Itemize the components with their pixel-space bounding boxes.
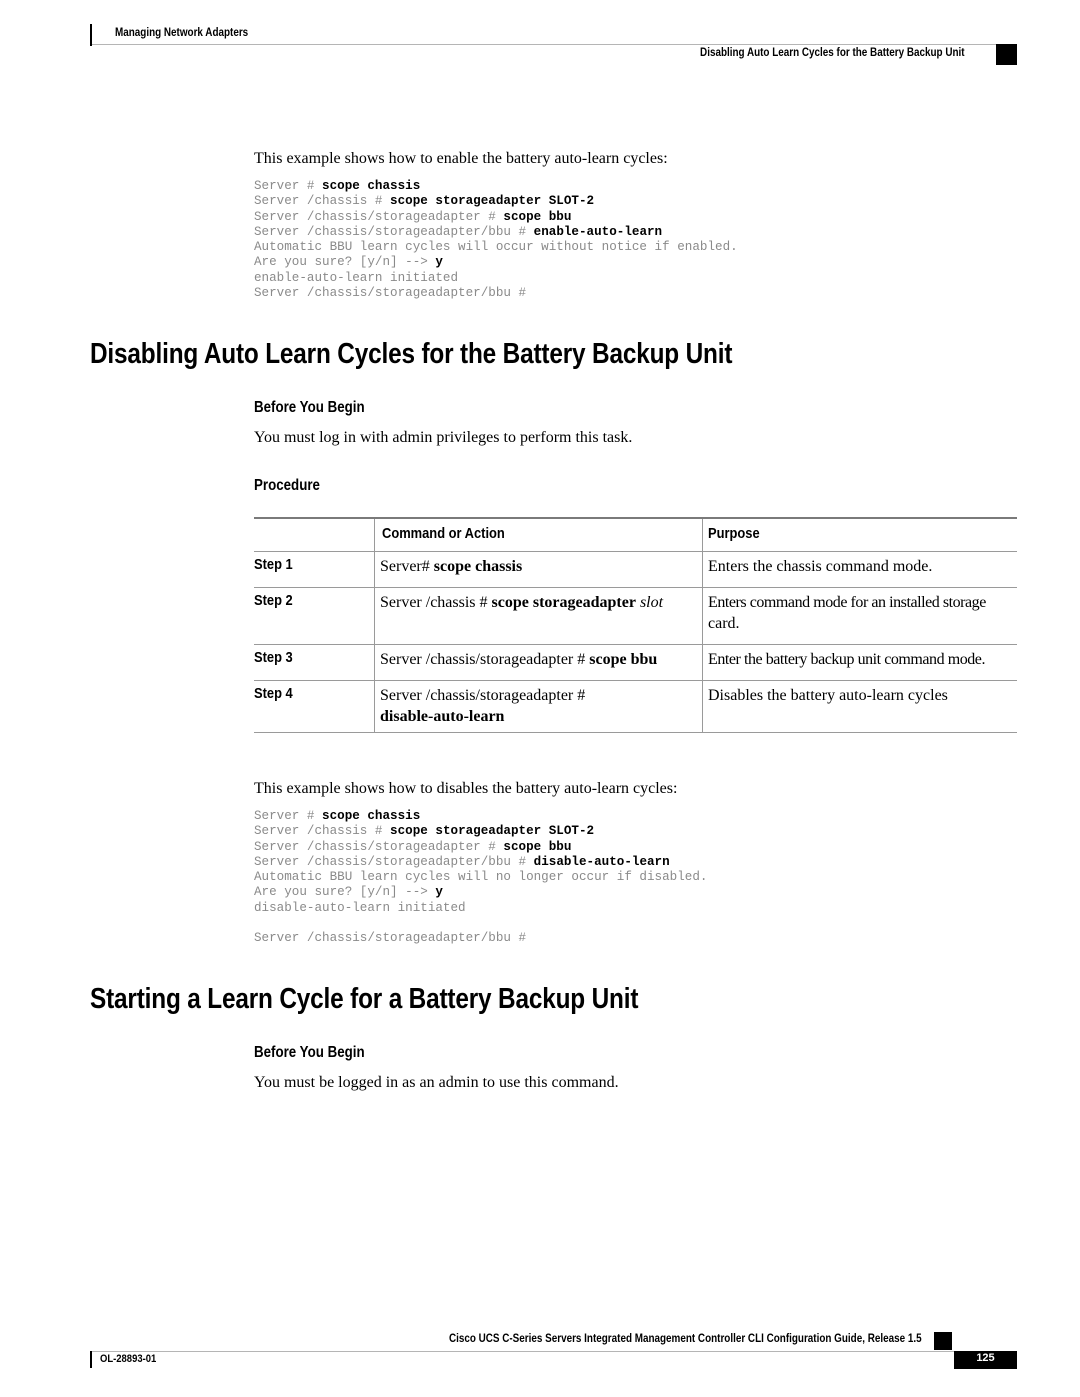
command-keyword: scope storageadapter — [491, 593, 636, 611]
page-number: 125 — [976, 1352, 995, 1364]
purpose-cell: Enters the chassis command mode. — [702, 551, 1017, 587]
code-line: Are you sure? [y/n] --> y — [254, 255, 738, 270]
code-prompt: Server /chassis/storageadapter # — [254, 209, 504, 224]
table-row: Step 4 Server /chassis/storageadapter # d… — [254, 680, 1017, 732]
code-line: Server /chassis/storageadapter # scope b… — [254, 840, 707, 855]
table-row: Step 2 Server /chassis # scope storagead… — [254, 587, 1017, 644]
header-left-bar — [90, 24, 92, 46]
code-command: enable-auto-learn — [533, 224, 663, 239]
table-header-row: Command or Action Purpose — [254, 518, 1017, 551]
code-line: Server /chassis # scope storageadapter S… — [254, 824, 707, 839]
code-command: scope bbu — [503, 839, 572, 854]
command-argument: slot — [635, 593, 664, 611]
code-line — [254, 916, 707, 931]
section-title-starting: Starting a Learn Cycle for a Battery Bac… — [90, 983, 639, 1015]
code-line: Server /chassis/storageadapter # scope b… — [254, 210, 738, 225]
code-prompt: Server # — [254, 179, 323, 193]
code-line: Server /chassis # scope storageadapter S… — [254, 194, 738, 209]
footer-doc-number: OL-28893-01 — [100, 1353, 157, 1365]
code-prompt: enable-auto-learn initiated — [254, 270, 459, 285]
step-label: Step 1 — [254, 555, 293, 573]
header-command: Command or Action — [374, 518, 703, 551]
code-prompt: Automatic BBU learn cycles will no longe… — [254, 870, 708, 885]
step-label: Step 3 — [254, 648, 293, 666]
code-command: y — [435, 255, 443, 270]
header-chapter: Managing Network Adapters — [115, 27, 249, 39]
command-cell: Server# scope chassis — [374, 551, 703, 587]
code-prompt: Are you sure? [y/n] --> — [254, 255, 436, 270]
before-you-begin-heading-2: Before You Begin — [254, 1044, 365, 1061]
code-command: y — [435, 885, 443, 900]
code-prompt: Server /chassis/storageadapter # — [254, 839, 504, 854]
code-prompt: Server /chassis/storageadapter/bbu # — [254, 224, 534, 239]
code-line: Automatic BBU learn cycles will no longe… — [254, 870, 707, 885]
code-line: Server # scope chassis — [254, 179, 738, 194]
command-cell: Server /chassis # scope storageadapter s… — [374, 587, 703, 644]
footer-right-block — [934, 1332, 952, 1350]
command-keyword: scope bbu — [589, 650, 658, 668]
disable-example-intro: This example shows how to disables the b… — [254, 780, 678, 797]
header-step — [254, 518, 375, 551]
code-line: Automatic BBU learn cycles will occur wi… — [254, 240, 738, 255]
section-title-disabling: Disabling Auto Learn Cycles for the Batt… — [90, 338, 733, 370]
code-command: scope storageadapter SLOT-2 — [390, 194, 595, 209]
header-purpose: Purpose — [702, 518, 1017, 551]
step-label: Step 2 — [254, 591, 293, 609]
enable-example-intro: This example shows how to enable the bat… — [254, 150, 668, 167]
code-line: Server /chassis/storageadapter/bbu # — [254, 286, 738, 301]
command-keyword: disable-auto-learn — [380, 707, 505, 725]
disable-example-code: Server # scope chassis Server /chassis # … — [254, 809, 707, 947]
code-line: enable-auto-learn initiated — [254, 271, 738, 286]
purpose-cell: Disables the battery auto-learn cycles — [702, 680, 1017, 732]
code-line: Server /chassis/storageadapter/bbu # ena… — [254, 225, 738, 240]
before-you-begin-text: You must log in with admin privileges to… — [254, 429, 633, 446]
command-keyword: scope chassis — [433, 557, 523, 575]
header-section: Disabling Auto Learn Cycles for the Batt… — [700, 47, 965, 59]
code-command: disable-auto-learn — [533, 854, 670, 869]
code-prompt: Server /chassis/storageadapter/bbu # — [254, 286, 527, 301]
table-row: Step 3 Server /chassis/storageadapter # … — [254, 644, 1017, 680]
code-prompt: disable-auto-learn initiated — [254, 900, 466, 915]
code-prompt: Server # — [254, 809, 323, 823]
procedure-heading: Procedure — [254, 477, 320, 494]
code-command: scope bbu — [503, 209, 572, 224]
code-prompt: Server /chassis # — [254, 824, 391, 839]
code-command: scope chassis — [322, 809, 421, 823]
code-prompt: Server /chassis/storageadapter/bbu # — [254, 931, 527, 946]
code-line: Server # scope chassis — [254, 809, 707, 824]
before-you-begin-heading: Before You Begin — [254, 399, 365, 416]
code-prompt: Automatic BBU learn cycles will occur wi… — [254, 240, 738, 255]
code-prompt: Server /chassis # — [254, 194, 391, 209]
code-line: disable-auto-learn initiated — [254, 901, 707, 916]
purpose-cell: Enters command mode for an installed sto… — [702, 587, 1017, 644]
command-cell: Server /chassis/storageadapter # scope b… — [374, 644, 703, 680]
step-label: Step 4 — [254, 684, 293, 702]
code-prompt: Server /chassis/storageadapter/bbu # — [254, 854, 534, 869]
footer-left-bar — [90, 1351, 92, 1368]
procedure-table: Command or Action Purpose Step 1 Server#… — [254, 517, 1017, 733]
code-line: Server /chassis/storageadapter/bbu # — [254, 931, 707, 946]
enable-example-code: Server # scope chassis Server /chassis # … — [254, 179, 738, 301]
before-you-begin-text-2: You must be logged in as an admin to use… — [254, 1074, 619, 1091]
code-line: Are you sure? [y/n] --> y — [254, 885, 707, 900]
code-command: scope storageadapter SLOT-2 — [390, 824, 595, 839]
command-cell: Server /chassis/storageadapter # disable-… — [374, 680, 703, 732]
code-prompt: Are you sure? [y/n] --> — [254, 885, 436, 900]
header-rule — [92, 44, 1017, 45]
code-command: scope chassis — [322, 179, 421, 193]
code-line: Server /chassis/storageadapter/bbu # dis… — [254, 855, 707, 870]
footer-guide-title: Cisco UCS C-Series Servers Integrated Ma… — [449, 1333, 922, 1345]
footer-rule — [92, 1351, 1017, 1352]
purpose-cell: Enter the battery backup unit command mo… — [702, 644, 1017, 680]
table-row: Step 1 Server# scope chassis Enters the … — [254, 551, 1017, 587]
code-prompt — [254, 916, 262, 930]
header-right-block — [996, 44, 1017, 65]
